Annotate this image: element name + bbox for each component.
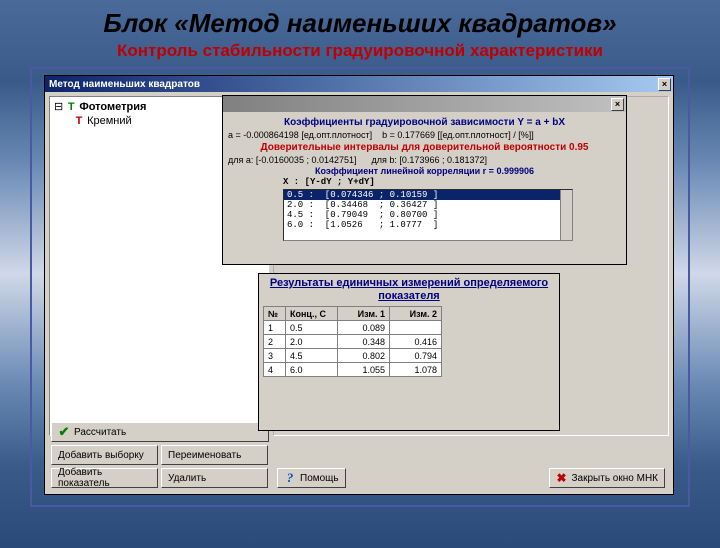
check-icon: ✔	[58, 426, 70, 438]
slide-title: Блок «Метод наименьших квадратов»	[0, 8, 720, 39]
main-title-text: Метод наименьших квадратов	[49, 79, 200, 90]
slide-frame: Метод наименьших квадратов × ⊟ T Фотомет…	[30, 67, 690, 507]
table-row[interactable]: 3 4.5 0.802 0.794	[264, 349, 442, 363]
col-m1: Изм. 1	[338, 307, 390, 321]
table-row[interactable]: 1 0.5 0.089	[264, 321, 442, 335]
main-titlebar: Метод наименьших квадратов ×	[45, 76, 673, 92]
list-item[interactable]: 4.5 : [0.79049 ; 0.80700 ]	[284, 210, 572, 220]
col-conc: Конц., C	[286, 307, 338, 321]
coef-a-line: a = -0.000864198 [ед.опт.плотност] b = 0…	[228, 130, 621, 140]
rename-button[interactable]: Переименовать	[161, 445, 268, 465]
intervals-listbox[interactable]: 0.5 : [0.074346 ; 0.10159 ] 2.0 : [0.344…	[283, 189, 573, 241]
tree-item-label: Фотометрия	[79, 101, 146, 113]
tree-glyph-icon: T	[74, 115, 84, 127]
button-label: Добавить показатель	[58, 467, 151, 489]
table-row[interactable]: 2 2.0 0.348 0.416	[264, 335, 442, 349]
delete-button[interactable]: Удалить	[161, 468, 268, 488]
results-dialog: Результаты единичных измерений определяе…	[258, 273, 560, 431]
tree-item-label: Кремний	[87, 115, 132, 127]
bottom-button-row-mid: ? Помощь	[277, 468, 346, 488]
col-number: №	[264, 307, 286, 321]
bottom-button-row-left: ✔ Рассчитать Добавить выборку Переименов…	[51, 422, 269, 488]
col-m2: Изм. 2	[390, 307, 442, 321]
close-icon[interactable]: ×	[611, 98, 624, 111]
close-main-button[interactable]: ✖ Закрыть окно МНК	[549, 468, 665, 488]
results-heading: Результаты единичных измерений определяе…	[259, 274, 559, 304]
minus-icon: ⊟	[54, 101, 63, 113]
dialog-body: Коэффициенты градуировочной зависимости …	[223, 112, 626, 244]
button-label: Переименовать	[168, 450, 241, 461]
button-label: Рассчитать	[74, 427, 126, 438]
ci-line: для a: [-0.0160035 ; 0.0142751] для b: […	[228, 155, 621, 165]
calculate-button[interactable]: ✔ Рассчитать	[51, 422, 269, 442]
dialog-titlebar: ×	[223, 96, 626, 112]
corr-line: Коэффициент линейной корреляции r = 0.99…	[228, 166, 621, 176]
button-label: Закрыть окно МНК	[572, 473, 658, 484]
button-label: Удалить	[168, 473, 206, 484]
ci-heading: Доверительные интервалы для доверительно…	[228, 142, 621, 153]
scrollbar[interactable]	[560, 190, 572, 240]
results-table: № Конц., C Изм. 1 Изм. 2 1 0.5 0.089 2 2…	[263, 306, 442, 377]
add-sample-button[interactable]: Добавить выборку	[51, 445, 158, 465]
list-item[interactable]: 0.5 : [0.074346 ; 0.10159 ]	[284, 190, 572, 200]
button-label: Помощь	[300, 473, 339, 484]
help-button[interactable]: ? Помощь	[277, 468, 346, 488]
list-item[interactable]: 2.0 : [0.34468 ; 0.36427 ]	[284, 200, 572, 210]
help-icon: ?	[284, 472, 296, 484]
tree-glyph-icon: T	[66, 101, 76, 113]
slide-subtitle: Контроль стабильности градуировочной хар…	[0, 41, 720, 61]
table-row[interactable]: 4 6.0 1.055 1.078	[264, 363, 442, 377]
x-icon: ✖	[556, 472, 568, 484]
list-item[interactable]: 6.0 : [1.0526 ; 1.0777 ]	[284, 220, 572, 230]
close-icon[interactable]: ×	[658, 78, 671, 91]
coef-heading: Коэффициенты градуировочной зависимости …	[228, 117, 621, 128]
add-indicator-button[interactable]: Добавить показатель	[51, 468, 158, 488]
list-header: X : [Y-dY ; Y+dY]	[283, 177, 621, 187]
button-label: Добавить выборку	[58, 450, 144, 461]
table-header-row: № Конц., C Изм. 1 Изм. 2	[264, 307, 442, 321]
coefficients-dialog: × Коэффициенты градуировочной зависимост…	[222, 95, 627, 265]
